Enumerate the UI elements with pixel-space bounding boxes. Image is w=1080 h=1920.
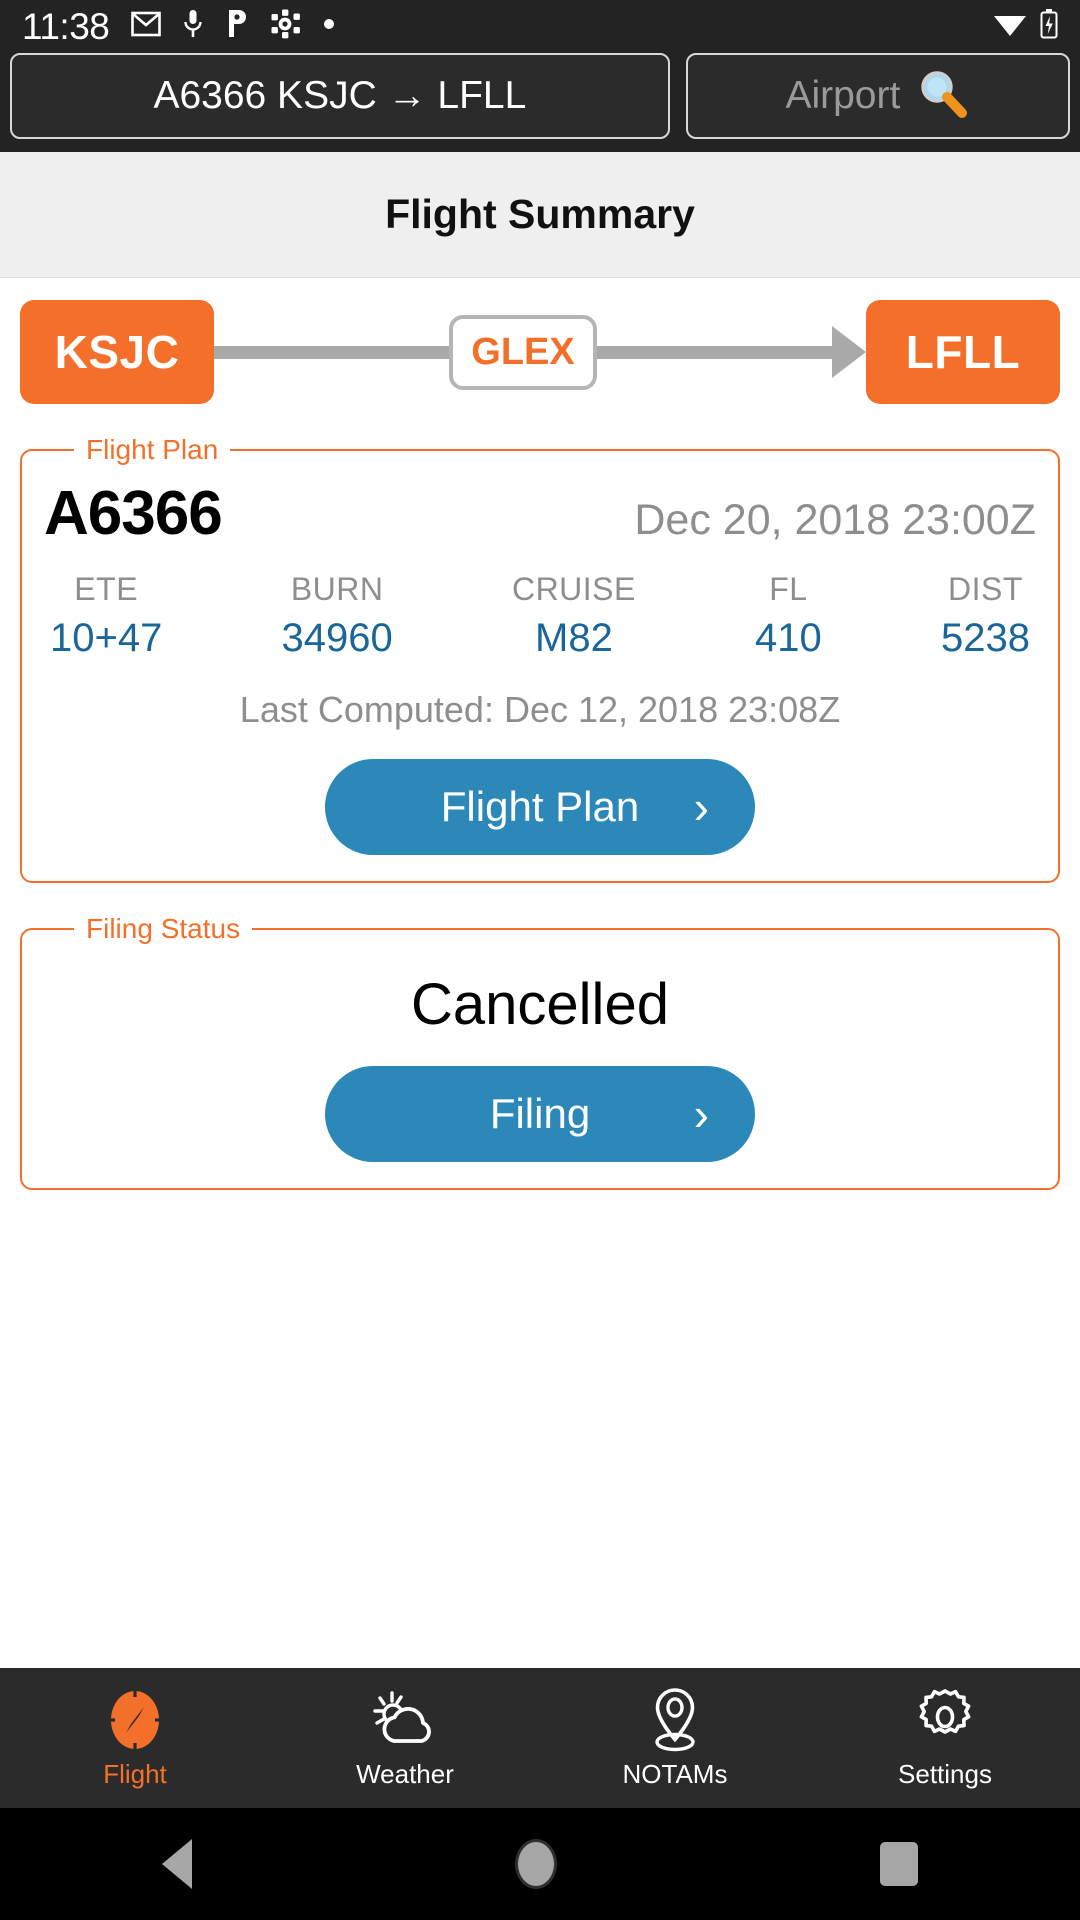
airport-search-field[interactable]: Airport <box>685 53 1070 139</box>
tab-label: Settings <box>898 1758 992 1789</box>
stat-value: 5238 <box>940 616 1030 660</box>
status-bar: 11:38 <box>0 0 1080 52</box>
stat-value: 10+47 <box>50 616 163 660</box>
android-navigation-bar <box>0 1808 1080 1920</box>
route-arrow-icon <box>832 326 866 378</box>
last-computed-text: Last Computed: Dec 12, 2018 23:08Z <box>239 689 841 730</box>
magnifier-icon <box>914 66 970 127</box>
status-bar-clock: 11:38 <box>22 5 110 47</box>
chevron-right-icon: › <box>693 1088 709 1140</box>
home-circle-icon[interactable] <box>514 1839 557 1889</box>
app-screen: 11:38 A6366 KSJC → LFLL Airport Flight S… <box>0 0 1080 1920</box>
stat-value: 34960 <box>281 616 393 660</box>
flight-identifier: A6366 <box>44 479 223 548</box>
tab-label: NOTAMs <box>622 1758 728 1789</box>
stat-label: ETE <box>74 571 139 607</box>
stat-label: DIST <box>948 571 1023 607</box>
filing-status-card: Filing Status Cancelled Filing › <box>20 913 1060 1190</box>
pushbullet-icon <box>225 9 249 44</box>
recents-square-icon[interactable] <box>880 1842 919 1886</box>
flight-plan-header: A6366 Dec 20, 2018 23:00Z <box>44 478 1036 549</box>
flight-plan-card: Flight Plan A6366 Dec 20, 2018 23:00Z ET… <box>20 434 1060 883</box>
flight-stats-row: ETE 10+47 BURN 34960 CRUISE M82 FL 410 D… <box>44 571 1036 661</box>
flight-selector-field[interactable]: A6366 KSJC → LFLL <box>10 53 670 139</box>
settings-sync-icon <box>271 9 301 44</box>
map-pin-icon <box>647 1687 703 1753</box>
route-connector: GLEX <box>214 300 866 404</box>
stat-label: FL <box>769 571 808 607</box>
stat-dist: DIST 5238 <box>941 571 1030 661</box>
microphone-icon <box>183 9 203 44</box>
stat-label: CRUISE <box>511 571 636 607</box>
gear-icon <box>913 1687 977 1753</box>
filing-button-label: Filing <box>489 1090 591 1137</box>
filing-status-value: Cancelled <box>411 972 669 1037</box>
flight-plan-legend: Flight Plan <box>86 434 219 465</box>
route-line-right <box>596 345 832 359</box>
route-line-left <box>214 345 450 359</box>
stat-value: M82 <box>535 616 613 660</box>
filing-button[interactable]: Filing › <box>325 1066 755 1162</box>
stat-ete: ETE 10+47 <box>50 571 162 661</box>
status-bar-notification-icons <box>131 9 335 44</box>
compass-icon <box>102 1687 168 1753</box>
tab-weather[interactable]: Weather <box>270 1668 540 1808</box>
stat-label: BURN <box>290 571 384 607</box>
bottom-tab-bar: Flight Weather NOTAMs Settings <box>0 1668 1080 1808</box>
stat-burn: BURN 34960 <box>282 571 393 661</box>
tab-settings[interactable]: Settings <box>810 1668 1080 1808</box>
sun-cloud-icon <box>370 1687 440 1753</box>
flight-selector-value: A6366 KSJC → LFLL <box>153 74 527 117</box>
aircraft-type-badge[interactable]: GLEX <box>449 314 597 390</box>
flight-departure-datetime: Dec 20, 2018 23:00Z <box>634 496 1036 544</box>
stat-cruise: CRUISE M82 <box>512 571 636 661</box>
tab-label: Weather <box>356 1758 454 1789</box>
page-title: Flight Summary <box>385 191 695 237</box>
top-search-bar: A6366 KSJC → LFLL Airport <box>0 52 1080 152</box>
flight-plan-button[interactable]: Flight Plan › <box>325 759 755 855</box>
tab-notams[interactable]: NOTAMs <box>540 1668 810 1808</box>
stat-fl: FL 410 <box>755 571 822 661</box>
wifi-icon <box>992 10 1028 43</box>
tab-flight[interactable]: Flight <box>0 1668 270 1808</box>
stat-value: 410 <box>755 616 822 660</box>
route-overview: KSJC GLEX LFLL <box>20 300 1060 404</box>
tab-label: Flight <box>103 1758 167 1789</box>
destination-airport-badge[interactable]: LFLL <box>866 300 1060 404</box>
airport-search-placeholder: Airport <box>785 74 901 117</box>
status-bar-system-icons <box>992 8 1058 44</box>
battery-charging-icon <box>1040 8 1058 44</box>
main-content: KSJC GLEX LFLL Flight Plan A6366 Dec 20,… <box>0 278 1080 1668</box>
filing-status-legend: Filing Status <box>86 913 241 944</box>
chevron-right-icon: › <box>693 781 709 833</box>
back-triangle-icon[interactable] <box>161 1839 192 1889</box>
dot-icon <box>323 17 335 35</box>
origin-airport-badge[interactable]: KSJC <box>20 300 214 404</box>
page-title-bar: Flight Summary <box>0 152 1080 278</box>
flight-plan-button-label: Flight Plan <box>440 783 640 830</box>
gmail-icon <box>131 11 162 42</box>
